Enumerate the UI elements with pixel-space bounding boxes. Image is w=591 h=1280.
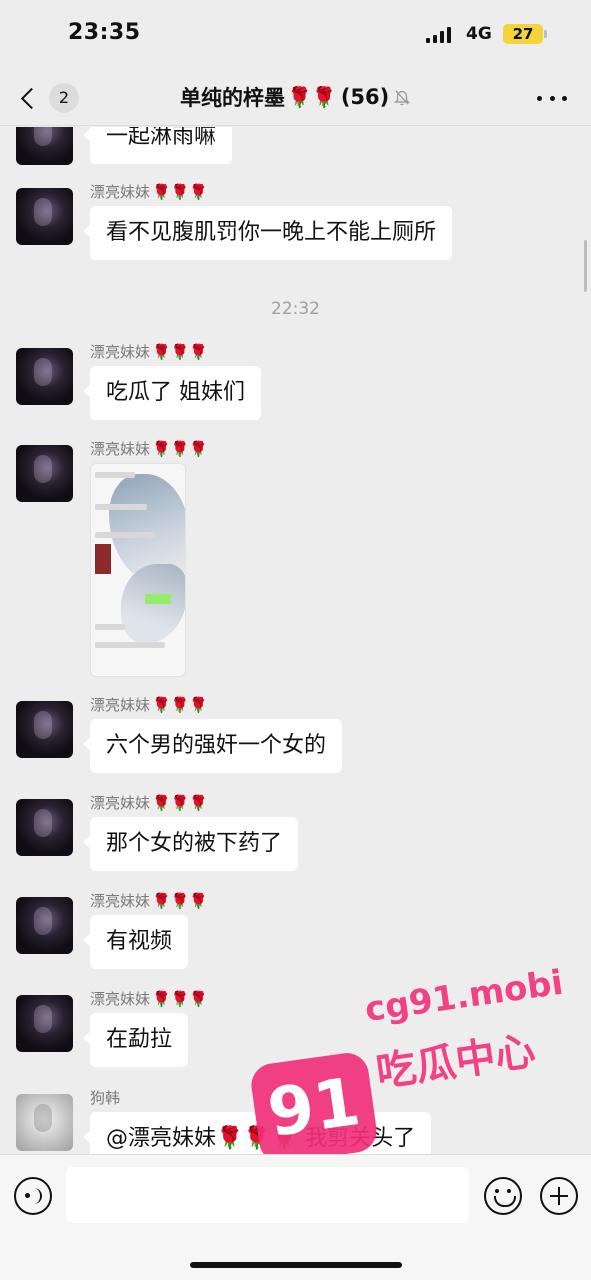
emoji-icon[interactable]	[484, 1177, 522, 1215]
bell-slash-icon	[393, 90, 411, 106]
sender-roses: 🌹🌹🌹	[152, 696, 209, 714]
sender-name-text: 漂亮妹妹	[90, 183, 151, 201]
sender-name-text: 漂亮妹妹	[90, 440, 151, 458]
ellipsis-dot	[562, 95, 567, 101]
ellipsis-dot	[549, 95, 555, 101]
message-bubble[interactable]: 六个男的强奸一个女的	[82, 719, 343, 773]
plus-icon[interactable]	[540, 1177, 578, 1215]
sender-name-text: 漂亮妹妹	[90, 990, 151, 1008]
sender-roses: 🌹🌹🌹	[152, 990, 209, 1008]
sender-name: 漂亮妹妹 🌹🌹🌹	[90, 792, 208, 813]
message-bubble[interactable]: 那个女的被下药了	[82, 817, 299, 871]
sender-roses: 🌹🌹🌹	[152, 343, 209, 361]
message-bubble[interactable]: 有视频	[82, 915, 189, 969]
watermark-number: 91	[263, 1062, 365, 1153]
sender-roses: 🌹🌹🌹	[152, 892, 209, 910]
chat-header: 2 单纯的梓墨 🌹🌹 (56)	[0, 70, 591, 126]
avatar[interactable]	[16, 897, 73, 954]
sender-name: 漂亮妹妹 🌹🌹🌹	[90, 890, 208, 911]
home-indicator	[190, 1262, 402, 1268]
sender-name: 漂亮妹妹 🌹🌹🌹	[90, 438, 208, 459]
unread-count-badge: 2	[49, 83, 79, 113]
chat-title[interactable]: 单纯的梓墨 🌹🌹 (56)	[180, 82, 411, 112]
sender-roses: 🌹🌹🌹	[152, 440, 209, 458]
status-bar: 23:35 4G 27	[0, 0, 591, 70]
avatar[interactable]	[16, 348, 73, 405]
avatar[interactable]	[16, 445, 73, 502]
chat-title-text: 单纯的梓墨	[180, 86, 285, 110]
sender-name: 漂亮妹妹 🌹🌹🌹	[90, 341, 208, 362]
avatar[interactable]	[16, 188, 73, 245]
message-bubble[interactable]: 吃瓜了 姐妹们	[83, 366, 261, 420]
more-options-button[interactable]	[537, 84, 567, 112]
avatar[interactable]	[16, 799, 73, 856]
sender-name-text: 漂亮妹妹	[90, 892, 151, 910]
ellipsis-icon	[537, 95, 542, 101]
sender-roses: 🌹🌹🌹	[152, 183, 209, 201]
signal-icon	[426, 27, 451, 43]
image-message[interactable]	[90, 463, 186, 677]
sender-roses: 🌹🌹🌹	[152, 794, 209, 812]
status-time: 23:35	[68, 20, 141, 45]
battery-icon: 27	[503, 24, 547, 44]
message-input[interactable]	[66, 1167, 469, 1223]
sender-name: 狗韩	[90, 1089, 121, 1107]
sender-name-text: 漂亮妹妹	[90, 696, 151, 714]
image-content	[95, 532, 155, 538]
sender-name: 漂亮妹妹 🌹🌹🌹	[90, 181, 208, 202]
voice-icon[interactable]	[14, 1177, 52, 1215]
chevron-left-icon	[20, 87, 43, 109]
network-type: 4G	[466, 24, 492, 44]
sender-name-text: 漂亮妹妹	[90, 794, 151, 812]
image-content	[121, 564, 185, 644]
message-timestamp: 22:32	[271, 299, 320, 319]
avatar[interactable]	[16, 1094, 73, 1151]
scrollbar[interactable]	[584, 240, 587, 292]
message-bubble[interactable]: 一起淋雨嘛	[82, 127, 233, 164]
image-content	[95, 624, 125, 630]
sender-name: 漂亮妹妹 🌹🌹🌹	[90, 988, 208, 1009]
sender-name-text: 漂亮妹妹	[90, 343, 151, 361]
chat-title-roses: 🌹🌹	[287, 85, 337, 109]
message-bubble[interactable]: 在勐拉	[82, 1013, 189, 1067]
message-bubble[interactable]: 看不见腹肌罚你一晚上不能上厕所	[82, 206, 453, 260]
avatar[interactable]	[16, 995, 73, 1052]
image-content	[95, 642, 165, 648]
avatar[interactable]	[16, 701, 73, 758]
image-content	[145, 594, 171, 604]
member-count: (56)	[340, 85, 390, 109]
image-content	[95, 544, 111, 574]
back-button[interactable]: 2	[14, 78, 84, 118]
sender-name: 漂亮妹妹 🌹🌹🌹	[90, 694, 208, 715]
image-content	[95, 504, 147, 510]
avatar[interactable]	[16, 127, 73, 165]
image-content	[95, 472, 135, 478]
